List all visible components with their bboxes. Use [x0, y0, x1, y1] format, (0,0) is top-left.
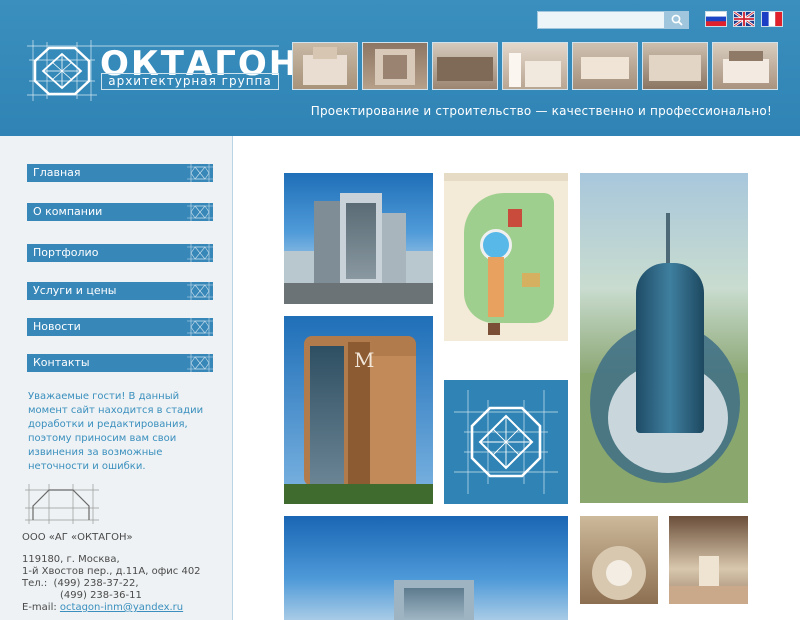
- gallery-photo-interior[interactable]: [669, 516, 748, 604]
- octagon-emblem-icon: [454, 390, 558, 494]
- header-thumbnail-strip: [292, 42, 778, 92]
- contact-phone1: Тел.: (499) 238-37-22,: [22, 578, 139, 589]
- nav-item-label: Новости: [33, 320, 81, 333]
- nav-item-home[interactable]: Главная: [27, 164, 213, 182]
- nav-item-services[interactable]: Услуги и цены: [27, 282, 213, 300]
- gallery-photo-business-center[interactable]: [284, 516, 568, 620]
- header-thumbnail[interactable]: [432, 42, 498, 90]
- grid-ornament-icon: [187, 282, 213, 300]
- header-thumbnail[interactable]: [362, 42, 428, 90]
- gallery-photo-office-building[interactable]: [284, 173, 433, 304]
- header-tagline: Проектирование и строительство — качеств…: [310, 104, 772, 118]
- nav-item-label: О компании: [33, 205, 103, 218]
- grid-ornament-icon: [187, 203, 213, 221]
- contact-email-link[interactable]: octagon-inm@yandex.ru: [60, 602, 183, 613]
- nav-item-label: Главная: [33, 166, 81, 179]
- flag-fr-icon[interactable]: [761, 11, 783, 27]
- header-thumbnail[interactable]: [712, 42, 778, 90]
- contact-address-line1: 119180, г. Москва,: [22, 554, 120, 565]
- search-button[interactable]: [665, 11, 689, 29]
- gallery-photo-atrium[interactable]: [580, 516, 658, 604]
- contact-company: ООО «АГ «ОКТАГОН»: [22, 532, 133, 543]
- site-notice-text: Уважаемые гости! В данный момент сайт на…: [28, 391, 204, 472]
- gallery-photo-site-plan[interactable]: [444, 173, 568, 341]
- contact-phone2: (499) 238-36-11: [60, 590, 142, 601]
- nav-item-label: Контакты: [33, 356, 90, 369]
- contact-email-row: E-mail: octagon-inm@yandex.ru: [22, 602, 183, 614]
- grid-ornament-icon: [187, 318, 213, 336]
- grid-ornament-icon: [187, 164, 213, 182]
- nav-item-label: Услуги и цены: [33, 284, 117, 297]
- nav-item-label: Портфолио: [33, 246, 99, 259]
- nav-item-contacts[interactable]: Контакты: [27, 354, 213, 372]
- search-input[interactable]: [537, 11, 665, 29]
- search-icon: [671, 14, 683, 26]
- contact-email-label: E-mail:: [22, 602, 57, 613]
- grid-ornament-icon: [187, 244, 213, 262]
- header-thumbnail[interactable]: [502, 42, 568, 90]
- gallery-photo-m9-building[interactable]: M: [284, 316, 433, 504]
- header-thumbnail[interactable]: [642, 42, 708, 90]
- m9-facade-icon: M: [354, 348, 375, 372]
- site-header: ОКТАГОН архитектурная группа Проектирова…: [0, 0, 800, 136]
- house-outline-icon: [25, 484, 99, 524]
- contact-address-line2: 1-й Хвостов пер., д.11А, офис 402: [22, 566, 201, 577]
- gallery-photo-glass-tower[interactable]: [580, 173, 748, 503]
- nav-item-news[interactable]: Новости: [27, 318, 213, 336]
- brand-subtitle: архитектурная группа: [101, 73, 279, 90]
- gallery-octagon-emblem[interactable]: [444, 380, 568, 504]
- header-thumbnail[interactable]: [292, 42, 358, 90]
- nav-item-portfolio[interactable]: Портфолио: [27, 244, 213, 262]
- sidebar: Главная О компании Портфолио Услуги и це…: [0, 136, 233, 620]
- header-thumbnail[interactable]: [572, 42, 638, 90]
- nav-item-about[interactable]: О компании: [27, 203, 213, 221]
- flag-ru-icon[interactable]: [705, 11, 727, 27]
- flag-uk-icon[interactable]: [733, 11, 755, 27]
- grid-ornament-icon: [187, 354, 213, 372]
